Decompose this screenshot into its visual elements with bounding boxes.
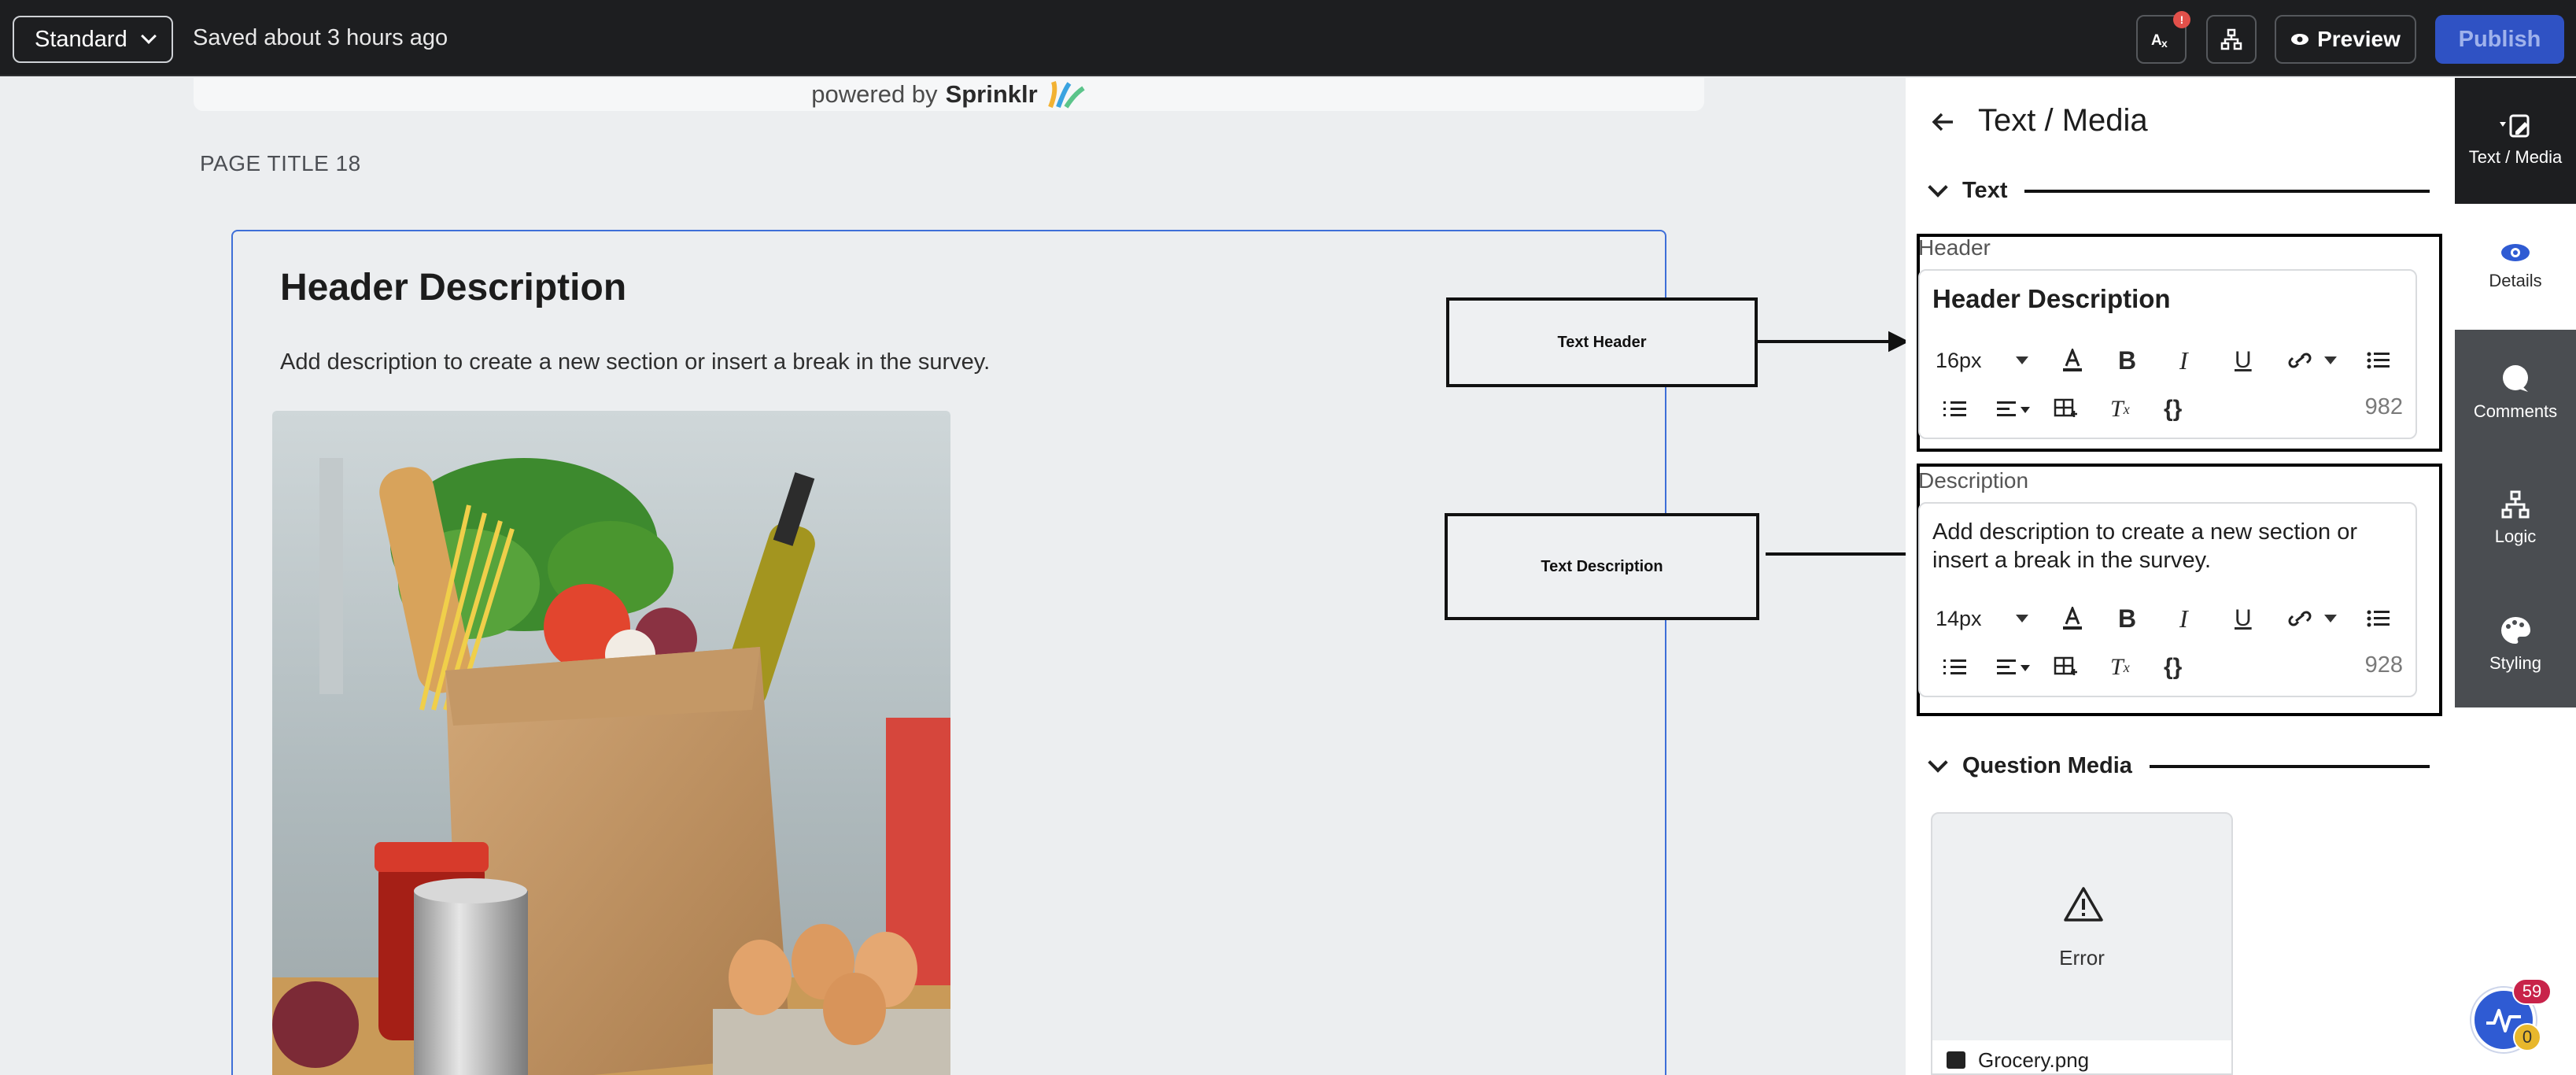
preview-label: Preview — [2317, 27, 2401, 51]
image-file-icon — [1947, 1051, 1965, 1069]
palette-icon — [2501, 617, 2530, 644]
nav-label: Comments — [2473, 401, 2558, 421]
text-color-icon[interactable] — [2061, 607, 2083, 630]
font-size-value: 16px — [1936, 348, 1982, 372]
svg-text:A: A — [2151, 32, 2162, 49]
align-icon[interactable] — [1997, 400, 2032, 419]
nav-logic[interactable]: Logic — [2455, 456, 2576, 582]
header-editor-text[interactable]: Header Description — [1932, 285, 2403, 313]
tree-icon — [2501, 490, 2530, 519]
nav-label: Styling — [2489, 653, 2542, 673]
eye-icon — [2291, 34, 2309, 45]
variable-braces-icon[interactable]: {} — [2164, 396, 2182, 423]
publish-button[interactable]: Publish — [2435, 15, 2564, 64]
text-section-toggle[interactable]: Text — [1928, 176, 2430, 204]
nav-details[interactable]: Details — [2455, 204, 2576, 330]
italic-icon[interactable]: I — [2179, 346, 2188, 375]
text-section-label: Text — [1962, 178, 2008, 203]
text-color-icon[interactable] — [2061, 349, 2083, 372]
link-icon[interactable] — [2288, 610, 2312, 627]
font-size-select[interactable]: 16px — [1936, 349, 1982, 373]
notification-count-badge: 59 — [2512, 978, 2552, 1005]
nav-label: Text / Media — [2468, 147, 2563, 167]
panel-title: Text / Media — [1978, 103, 2148, 138]
nav-comments[interactable]: Comments — [2455, 330, 2576, 456]
bullet-list-icon[interactable] — [2367, 351, 2390, 370]
section-divider — [2149, 764, 2430, 768]
comment-icon — [2503, 365, 2528, 392]
bold-icon[interactable]: B — [2118, 604, 2136, 634]
translate-button[interactable]: A x ! — [2136, 11, 2190, 64]
description-field-label: Description — [1918, 468, 2029, 493]
link-caret-icon[interactable] — [2324, 356, 2337, 364]
nav-label: Logic — [2494, 526, 2537, 546]
properties-panel: Text / Media Text Header Header Descript… — [1906, 78, 2455, 1075]
font-size-select[interactable]: 14px — [1936, 607, 1982, 631]
mode-dropdown[interactable]: Standard — [13, 16, 173, 63]
mode-label: Standard — [35, 26, 127, 52]
bullet-list-icon[interactable] — [2367, 609, 2390, 628]
nav-text-media[interactable]: Text / Media — [2455, 78, 2576, 204]
header-editor[interactable]: Header Description 16px B I U Tx {} 982 — [1918, 269, 2417, 439]
font-size-caret-icon[interactable] — [2016, 615, 2028, 622]
numbered-list-icon[interactable] — [1943, 658, 1967, 677]
table-icon[interactable] — [2054, 656, 2077, 678]
table-icon[interactable] — [2054, 398, 2077, 420]
header-toolbar-row-2: Tx {} — [1936, 392, 2403, 427]
variable-braces-icon[interactable]: {} — [2164, 654, 2182, 681]
header-char-counter: 982 — [2364, 394, 2403, 419]
sitemap-button[interactable] — [2206, 15, 2257, 64]
media-card[interactable]: Error Grocery.png — [1931, 812, 2233, 1075]
nav-styling[interactable]: Styling — [2455, 582, 2576, 707]
align-icon[interactable] — [1997, 658, 2032, 677]
link-caret-icon[interactable] — [2324, 615, 2337, 622]
chevron-down-icon — [1928, 176, 1948, 198]
description-editor[interactable]: Add description to create a new section … — [1918, 502, 2417, 697]
underline-icon[interactable]: U — [2235, 605, 2252, 632]
link-icon[interactable] — [2288, 352, 2312, 369]
numbered-list-icon[interactable] — [1943, 400, 1967, 419]
translate-icon: A x — [2151, 32, 2168, 50]
font-size-caret-icon[interactable] — [2016, 356, 2028, 364]
media-filename: Grocery.png — [1978, 1047, 2090, 1072]
clear-format-icon[interactable]: Tx — [2110, 654, 2130, 681]
preview-button[interactable]: Preview — [2275, 15, 2416, 64]
italic-icon[interactable]: I — [2179, 604, 2188, 634]
translate-alert-badge: ! — [2173, 11, 2190, 28]
header-toolbar-row-1: 16px B I U — [1936, 343, 2403, 378]
section-divider — [2024, 189, 2430, 193]
underline-icon[interactable]: U — [2235, 347, 2252, 374]
survey-canvas: powered by Sprinklr PAGE TITLE 18 Header… — [0, 78, 1906, 1075]
edit-icon — [2500, 114, 2530, 138]
chevron-down-icon — [140, 28, 157, 44]
font-size-value: 14px — [1936, 606, 1982, 630]
bold-icon[interactable]: B — [2118, 346, 2136, 375]
header-field-label: Header — [1918, 235, 1991, 260]
secondary-count-badge: 0 — [2513, 1023, 2541, 1051]
back-arrow-icon[interactable] — [1931, 109, 1956, 135]
nav-label: Details — [2489, 271, 2542, 290]
sitemap-icon — [2220, 28, 2242, 50]
annotation-arrows — [1758, 331, 1906, 556]
publish-label: Publish — [2458, 26, 2541, 52]
svg-text:x: x — [2161, 37, 2168, 50]
question-media-toggle[interactable]: Question Media — [1928, 752, 2430, 779]
chevron-down-icon — [1928, 752, 1948, 773]
clear-format-icon[interactable]: Tx — [2110, 396, 2130, 423]
description-editor-text[interactable]: Add description to create a new section … — [1932, 518, 2403, 574]
description-toolbar-row-2: Tx {} — [1936, 650, 2403, 685]
arrow-header — [1758, 331, 1906, 353]
media-error-label: Error — [2059, 946, 2105, 970]
top-bar: Standard Saved about 3 hours ago A x ! P… — [0, 0, 2576, 76]
eye-icon — [2501, 244, 2530, 261]
description-toolbar-row-1: 14px B I U — [1936, 601, 2403, 636]
warning-icon — [2064, 887, 2103, 922]
question-media-label: Question Media — [1962, 753, 2132, 778]
description-char-counter: 928 — [2364, 652, 2403, 678]
right-nav: Text / Media Details Comments Logic Styl… — [2455, 78, 2576, 1075]
media-file-row: Grocery.png — [1932, 1040, 2231, 1073]
save-status: Saved about 3 hours ago — [193, 25, 448, 50]
